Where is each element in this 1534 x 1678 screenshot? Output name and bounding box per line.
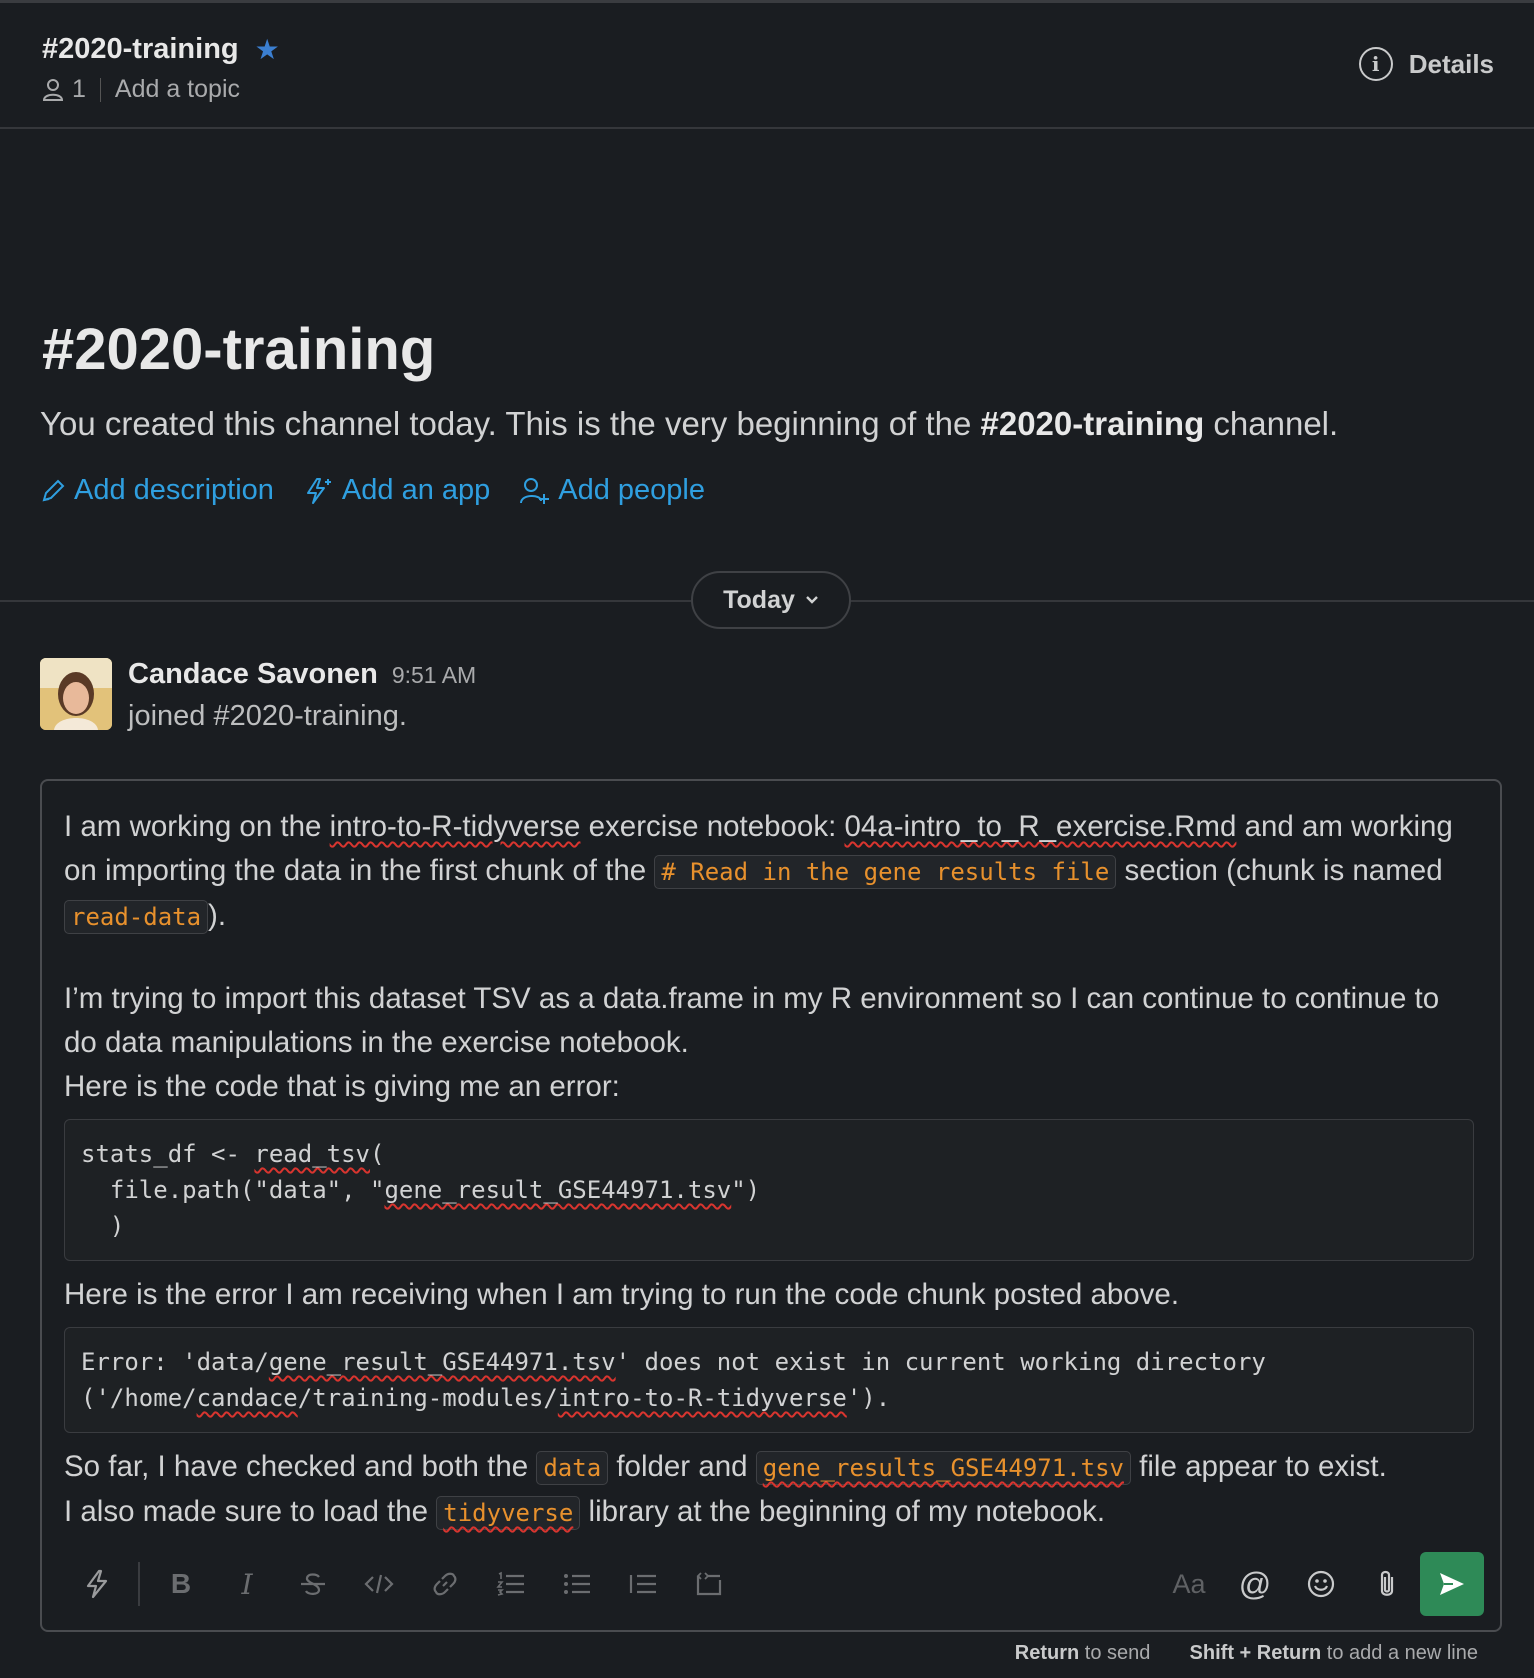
composer-toolbar: B I Aa @ — [64, 1552, 1484, 1616]
composer-paragraph-6: I also made sure to load the tidyverse l… — [64, 1495, 1106, 1530]
person-icon — [42, 78, 64, 101]
lightning-icon — [86, 1569, 108, 1599]
text-format-icon: Aa — [1172, 1568, 1206, 1599]
chevron-down-icon — [806, 596, 818, 604]
add-topic-link[interactable]: Add a topic — [115, 75, 240, 104]
inline-code: # Read in the gene results file — [654, 855, 1117, 889]
code-block-button[interactable] — [676, 1552, 742, 1616]
composer-paragraph-1: I am working on the intro-to-R-tidyverse… — [64, 810, 1453, 934]
composer-paragraph-3: Here is the code that is giving me an er… — [64, 1070, 620, 1103]
lightning-icon — [306, 477, 331, 504]
add-person-icon — [520, 477, 550, 504]
add-description-button[interactable]: Add description — [40, 474, 274, 507]
emoji-button[interactable] — [1288, 1552, 1354, 1616]
add-app-button[interactable]: Add an app — [304, 474, 490, 507]
message-time[interactable]: 9:51 AM — [392, 662, 476, 688]
avatar-image — [40, 658, 112, 730]
send-icon — [1440, 1573, 1464, 1595]
bulleted-list-button[interactable] — [544, 1552, 610, 1616]
inline-code: gene_results_GSE44971.tsv — [755, 1451, 1131, 1485]
strikethrough-icon — [301, 1573, 325, 1595]
composer-paragraph-4: Here is the error I am receiving when I … — [64, 1278, 1180, 1311]
pencil-icon — [42, 479, 65, 501]
composer-hint: Return to send Shift + Return to add a n… — [1015, 1642, 1478, 1665]
channel-name[interactable]: #2020-training — [42, 33, 239, 66]
intro-channel-name: #2020-training — [980, 405, 1205, 442]
bold-button[interactable]: B — [148, 1552, 214, 1616]
date-divider-button[interactable]: Today — [691, 571, 851, 629]
star-icon[interactable]: ★ — [255, 35, 280, 64]
ordered-list-button[interactable] — [478, 1552, 544, 1616]
at-sign-icon: @ — [1238, 1565, 1272, 1602]
author-name[interactable]: Candace Savonen — [128, 658, 378, 690]
composer-text-area[interactable]: I am working on the intro-to-R-tidyverse… — [64, 805, 1474, 1535]
channel-intro-actions: Add description Add an app Add people — [40, 474, 705, 507]
date-label: Today — [723, 585, 795, 614]
channel-meta: 1 Add a topic — [42, 75, 240, 104]
smiley-icon — [1307, 1570, 1335, 1598]
member-count: 1 — [72, 75, 86, 103]
link-button[interactable] — [412, 1552, 478, 1616]
code-button[interactable] — [346, 1552, 412, 1616]
strikethrough-button[interactable] — [280, 1552, 346, 1616]
add-people-button[interactable]: Add people — [520, 474, 705, 507]
message-composer[interactable]: I am working on the intro-to-R-tidyverse… — [40, 779, 1502, 1632]
hint-return-text: to send — [1079, 1642, 1151, 1664]
link-icon — [433, 1572, 457, 1596]
bulleted-list-icon — [564, 1574, 590, 1594]
inline-code: data — [536, 1451, 609, 1485]
message-text: joined #2020-training. — [128, 700, 407, 732]
send-button[interactable] — [1420, 1552, 1484, 1616]
meta-divider — [99, 77, 101, 102]
italic-button[interactable]: I — [214, 1552, 280, 1616]
hint-shift-return-key: Shift + Return — [1189, 1642, 1322, 1664]
italic-icon: I — [241, 1567, 253, 1601]
spellcheck-word: intro-to-R-tidyverse — [329, 810, 581, 843]
message-header: Candace Savonen 9:51 AM — [128, 658, 476, 691]
intro-text-after: channel. — [1204, 405, 1339, 442]
add-people-label: Add people — [558, 474, 706, 506]
hint-return-key: Return — [1014, 1642, 1080, 1664]
code-block-icon — [696, 1572, 722, 1596]
shortcuts-button[interactable] — [64, 1552, 130, 1616]
ordered-list-icon — [496, 1571, 524, 1596]
channel-intro-title: #2020-training — [42, 317, 436, 382]
blockquote-button[interactable] — [610, 1552, 676, 1616]
channel-intro-text: You created this channel today. This is … — [40, 405, 1338, 443]
inline-code: read-data — [64, 900, 209, 934]
add-description-label: Add description — [74, 474, 274, 506]
bold-icon: B — [170, 1568, 192, 1599]
intro-text-before: You created this channel today. This is … — [40, 405, 981, 442]
inline-code: tidyverse — [436, 1496, 581, 1530]
formatting-toggle-button[interactable]: Aa — [1156, 1552, 1222, 1616]
details-label: Details — [1408, 48, 1494, 79]
error-code-block: Error: 'data/gene_result_GSE44971.tsv' d… — [64, 1327, 1474, 1433]
code-icon — [364, 1574, 394, 1594]
channel-header: #2020-training ★ 1 Add a topic i Details — [0, 3, 1534, 129]
details-button[interactable]: i Details — [1358, 47, 1494, 81]
mention-button[interactable]: @ — [1222, 1552, 1288, 1616]
paperclip-icon — [1380, 1570, 1394, 1596]
toolbar-divider — [138, 1562, 140, 1606]
hint-shift-return-text: to add a new line — [1321, 1642, 1478, 1664]
code-block: stats_df <- read_tsv( file.path("data", … — [64, 1119, 1474, 1261]
composer-paragraph-5: So far, I have checked and both the data… — [64, 1450, 1387, 1485]
composer-paragraph-2: I’m trying to import this dataset TSV as… — [64, 982, 1440, 1059]
spellcheck-word: 04a-intro_to_R_exercise.Rmd — [844, 810, 1237, 843]
blockquote-icon — [629, 1574, 656, 1594]
attach-button[interactable] — [1354, 1552, 1420, 1616]
avatar[interactable] — [40, 658, 112, 730]
members-button[interactable]: 1 — [42, 75, 86, 104]
add-app-label: Add an app — [341, 474, 491, 506]
info-icon: i — [1358, 47, 1393, 81]
channel-title[interactable]: #2020-training ★ — [42, 33, 280, 66]
